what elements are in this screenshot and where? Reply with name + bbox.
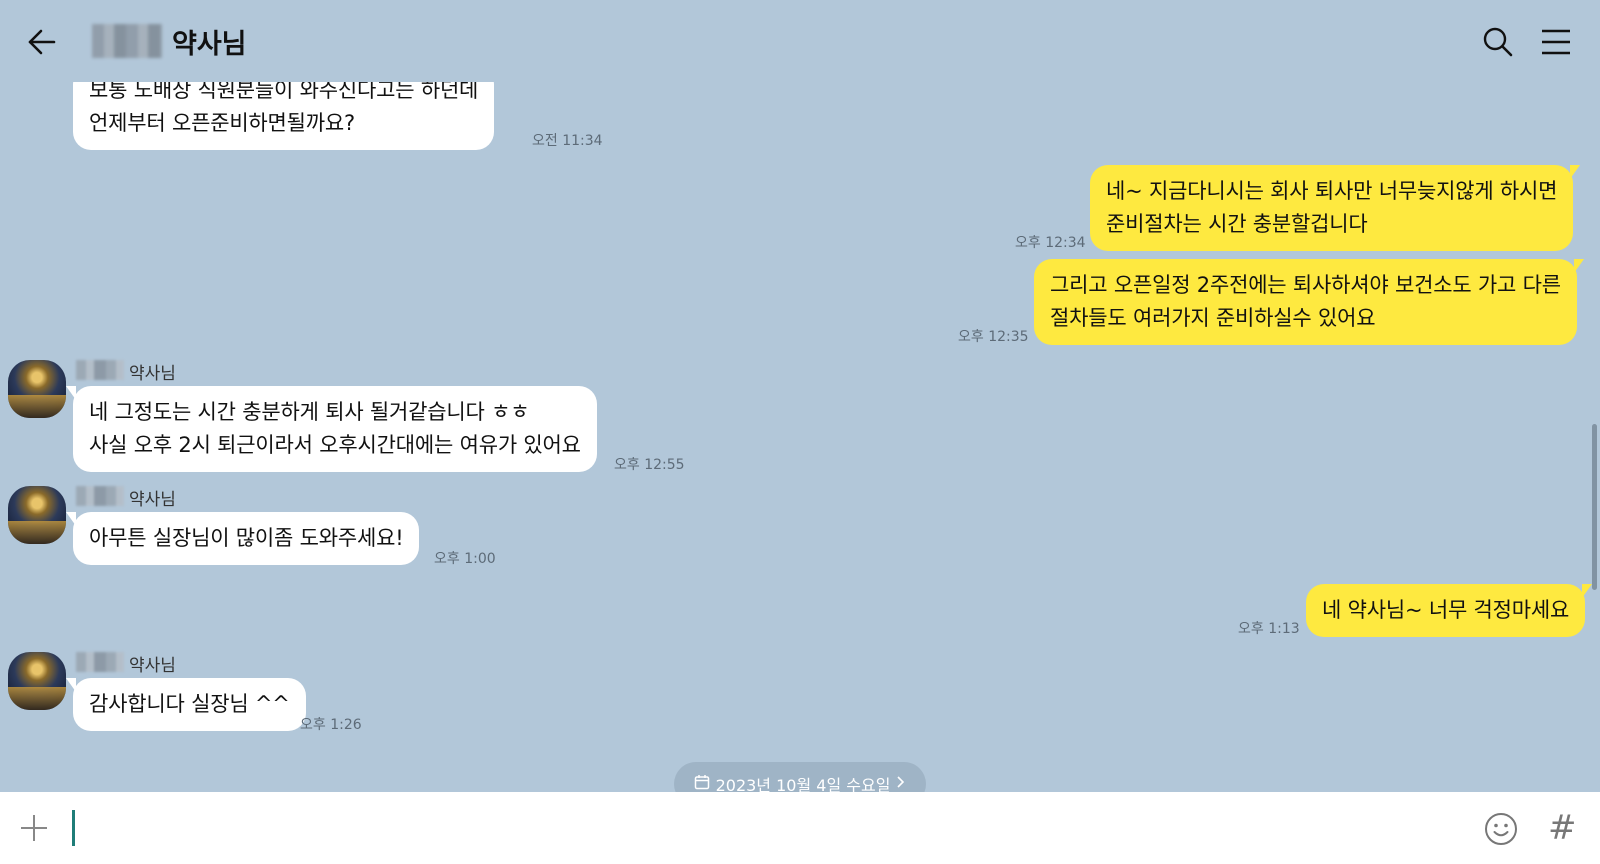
sender-name: 약사님 [129,364,176,384]
chevron-right-icon [896,772,906,792]
message-bubble-incoming[interactable]: 아무튼 실장님이 많이좀 도와주세요! [65,512,420,565]
sender-avatar[interactable] [8,360,66,418]
message-line: 절차들도 여러가지 준비하실수 있어요 [1050,306,1376,330]
date-divider[interactable]: 2023년 10월 4일 수요일 [674,762,926,792]
scrollbar[interactable] [1592,424,1597,590]
sender-avatar[interactable] [8,652,66,710]
message-bubble-outgoing[interactable]: 네~ 지금다니시는 회사 퇴사만 너무늦지않게 하시면 준비절차는 시간 충분할… [1090,165,1581,251]
sender-name-blur [76,360,124,380]
message-time: 오후 12:35 [958,329,1029,345]
message-line: 네 약사님~ 너무 걱정마세요 [1322,598,1570,622]
date-label: 2023년 10월 4일 수요일 [715,776,891,792]
arrow-left-icon [28,29,56,55]
search-button[interactable] [1482,26,1514,58]
attach-button[interactable] [18,812,50,844]
message-input-bar: # [0,792,1600,864]
smiley-icon [1485,813,1517,845]
message-line: 언제부터 오픈준비하면될까요? [89,111,355,135]
message-bubble-outgoing[interactable]: 그리고 오픈일정 2주전에는 퇴사하셔야 보건소도 가고 다른 절차들도 여러가… [1034,259,1584,345]
sender-name-blur [76,652,124,672]
hamburger-menu-icon [1542,29,1570,55]
emoji-button[interactable] [1484,812,1518,846]
title-name-blur [92,24,162,58]
sender-avatar[interactable] [8,486,66,544]
plus-icon [21,815,47,841]
message-time: 오후 1:00 [434,551,496,567]
sender-name: 약사님 [129,656,176,676]
menu-button[interactable] [1540,28,1572,56]
back-button[interactable] [24,24,60,60]
chat-area: 보통 노배상 직원분들이 와주신다고는 하던데 언제부터 오픈준비하면될까요? … [0,0,1600,792]
chat-room-title: 약사님 [172,29,247,60]
message-bubble-incoming[interactable]: 감사합니다 실장님 ^^ [66,678,306,731]
text-caret [72,810,75,846]
message-line: 감사합니다 실장님 ^^ [89,692,290,716]
message-time: 오후 1:26 [300,717,362,733]
sender-name: 약사님 [129,490,176,510]
hash-icon[interactable]: # [1548,808,1577,848]
message-line: 아무튼 실장님이 많이좀 도와주세요! [89,526,404,550]
message-time: 오후 1:13 [1238,621,1300,637]
message-time: 오전 11:34 [532,133,603,149]
message-time: 오후 12:34 [1015,235,1086,251]
calendar-icon [694,772,710,792]
message-line: 준비절차는 시간 충분할겁니다 [1106,212,1368,236]
message-bubble-outgoing[interactable]: 네 약사님~ 너무 걱정마세요 [1306,584,1593,637]
sender-name-blur [76,486,124,506]
message-line: 네 그정도는 시간 충분하게 퇴사 될거같습니다 ㅎㅎ [89,400,530,424]
message-line: 네~ 지금다니시는 회사 퇴사만 너무늦지않게 하시면 [1106,179,1558,203]
message-line: 그리고 오픈일정 2주전에는 퇴사하셔야 보건소도 가고 다른 [1050,273,1561,297]
chat-header: 약사님 [0,0,1600,82]
message-input[interactable] [70,806,1450,850]
message-bubble-incoming[interactable]: 네 그정도는 시간 충분하게 퇴사 될거같습니다 ㅎㅎ 사실 오후 2시 퇴근이… [66,386,597,472]
message-line: 사실 오후 2시 퇴근이라서 오후시간대에는 여유가 있어요 [89,433,581,457]
message-time: 오후 12:55 [614,457,685,473]
search-icon [1483,27,1513,57]
